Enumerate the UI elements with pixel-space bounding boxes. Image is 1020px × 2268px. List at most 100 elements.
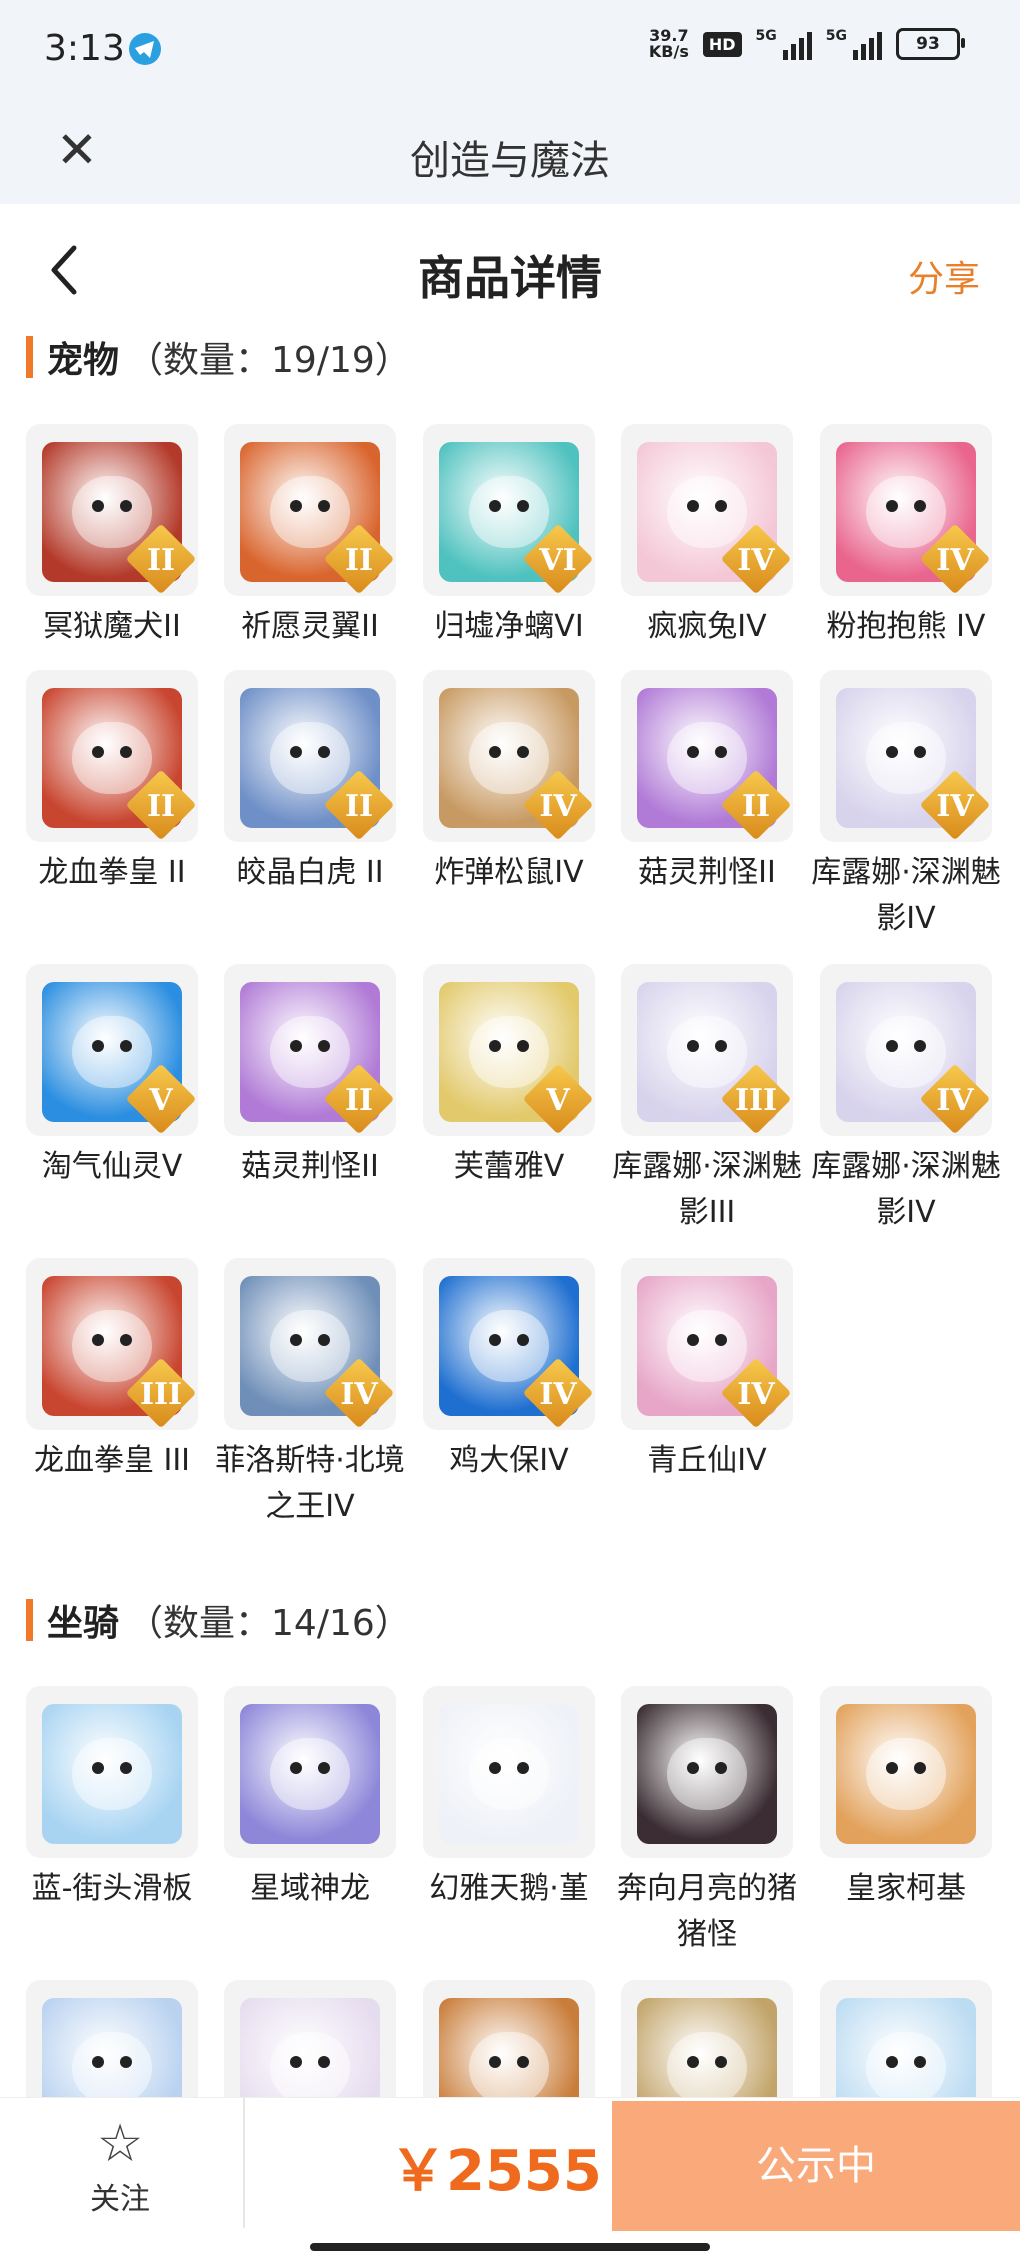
pets-item[interactable]: IV 库露娜·深渊魅影IV [811, 964, 1001, 1236]
pets-item-thumbnail: V [423, 964, 595, 1136]
network-type-1: 5G [755, 28, 777, 44]
pets-item-label: 菇灵荆怪II [638, 855, 776, 890]
tier-badge-text: V [546, 1083, 570, 1118]
tier-badge-text: II [344, 789, 374, 824]
pets-item[interactable]: II 菇灵荆怪II [224, 964, 396, 1190]
pets-item[interactable]: II 冥狱魔犬II [26, 424, 198, 650]
pets-item-label: 疯疯兔IV [647, 609, 767, 644]
page-title: 商品详情 [418, 251, 602, 305]
pets-item-label: 炸弹松鼠IV [434, 855, 584, 890]
home-indicator [310, 2243, 710, 2251]
mounts-item-label: 幻雅天鹅·堇 [429, 1871, 589, 1906]
pets-item[interactable]: II 祈愿灵翼II [224, 424, 396, 650]
pets-item[interactable]: IV 粉抱抱熊 IV [820, 424, 992, 650]
mounts-item[interactable]: 奔向月亮的猪猪怪 [617, 1686, 797, 1958]
tier-badge-text: IV [340, 1377, 378, 1412]
publicity-status-button[interactable]: 公示中 [612, 2101, 1020, 2231]
pets-item[interactable]: IV 青丘仙IV [621, 1258, 793, 1484]
pets-item-thumbnail: II [224, 424, 396, 596]
pets-item[interactable]: II 皎晶白虎 II [224, 670, 396, 896]
pets-item[interactable]: II 菇灵荆怪II [621, 670, 793, 896]
mounts-item-thumbnail [621, 1686, 793, 1858]
tier-badge-text: II [344, 543, 374, 578]
tier-badge-text: IV [539, 1377, 577, 1412]
mounts-item-image [439, 1704, 579, 1844]
signal-icon-2 [853, 28, 882, 60]
tier-badge-text: IV [936, 1083, 974, 1118]
pets-item-label: 库露娜·深渊魅影IV [811, 1149, 1001, 1230]
pets-item-label: 淘气仙灵V [41, 1149, 183, 1184]
pets-item[interactable]: IV 鸡大保IV [423, 1258, 595, 1484]
pets-item-label: 冥狱魔犬II [43, 609, 181, 644]
tier-badge-text: IV [936, 543, 974, 578]
mounts-item-label: 奔向月亮的猪猪怪 [617, 1871, 797, 1952]
pets-item-thumbnail: IV [621, 424, 793, 596]
mounts-item-thumbnail [423, 1686, 595, 1858]
pets-section-header: 宠物 （数量：19/19） [26, 332, 411, 382]
pets-section-count: （数量：19/19） [127, 340, 411, 381]
pets-item-label: 粉抱抱熊 IV [826, 609, 986, 644]
mounts-item-thumbnail [26, 1686, 198, 1858]
divider [243, 2098, 245, 2228]
mounts-section-header: 坐骑 （数量：14/16） [26, 1595, 411, 1645]
tier-badge-text: III [139, 1377, 183, 1412]
mounts-item-image [42, 1704, 182, 1844]
pets-item[interactable]: VI 归墟净螭VI [423, 424, 595, 650]
tier-badge-text: II [344, 1083, 374, 1118]
pets-item-label: 龙血拳皇 II [38, 855, 186, 890]
pets-section-title: 宠物 [47, 340, 120, 381]
pets-item-thumbnail: IV [224, 1258, 396, 1430]
tier-badge-text: IV [539, 789, 577, 824]
tier-badge-text: VI [539, 543, 577, 578]
pets-item-thumbnail: IV [423, 1258, 595, 1430]
status-time: 3:13 [44, 28, 125, 69]
pets-item[interactable]: II 龙血拳皇 II [26, 670, 198, 896]
pets-item[interactable]: IV 菲洛斯特·北境之王IV [215, 1258, 405, 1530]
pets-item-thumbnail: IV [621, 1258, 793, 1430]
mounts-item[interactable]: 皇家柯基 [820, 1686, 992, 1912]
pets-item-thumbnail: IV [423, 670, 595, 842]
tier-badge-text: IV [737, 543, 775, 578]
mounts-item[interactable]: 蓝-街头滑板 [26, 1686, 198, 1912]
mounts-item-label: 星域神龙 [250, 1871, 370, 1906]
network-type-2: 5G [825, 28, 847, 44]
pets-item[interactable]: IV 炸弹松鼠IV [423, 670, 595, 896]
tier-badge-text: II [146, 543, 176, 578]
pets-item[interactable]: V 芙蕾雅V [423, 964, 595, 1190]
status-indicators: 39.7 KB/s HD 5G 5G 93 [649, 28, 965, 60]
pets-item-thumbnail: III [621, 964, 793, 1136]
pets-item[interactable]: V 淘气仙灵V [26, 964, 198, 1190]
status-bar: 3:13 39.7 KB/s HD 5G 5G 93 [0, 0, 1020, 100]
pets-item[interactable]: IV 库露娜·深渊魅影IV [811, 670, 1001, 942]
star-icon: ☆ [96, 2114, 144, 2174]
tier-badge-text: IV [936, 789, 974, 824]
pets-item[interactable]: IV 疯疯兔IV [621, 424, 793, 650]
section-accent-bar [26, 336, 33, 378]
pets-item-label: 芙蕾雅V [453, 1149, 565, 1184]
mounts-section-count: （数量：14/16） [127, 1603, 411, 1644]
pets-item-label: 青丘仙IV [647, 1443, 767, 1478]
share-button[interactable]: 分享 [908, 250, 980, 302]
mounts-item-image [637, 1704, 777, 1844]
page-header: 商品详情 分享 [0, 204, 1020, 334]
hd-icon: HD [702, 31, 742, 57]
pets-item-thumbnail: VI [423, 424, 595, 596]
pets-item[interactable]: III 龙血拳皇 III [26, 1258, 198, 1484]
tier-badge-text: III [734, 1083, 778, 1118]
network-speed: 39.7 KB/s [649, 28, 689, 60]
tier-badge-text: II [741, 789, 771, 824]
pets-item[interactable]: III 库露娜·深渊魅影III [612, 964, 802, 1236]
mounts-item-thumbnail [224, 1686, 396, 1858]
pets-item-thumbnail: II [26, 424, 198, 596]
mounts-item[interactable]: 星域神龙 [224, 1686, 396, 1912]
pets-item-thumbnail: IV [820, 424, 992, 596]
mounts-item[interactable]: 幻雅天鹅·堇 [423, 1686, 595, 1912]
follow-button[interactable]: ☆ 关注 [60, 2116, 180, 2218]
battery-level: 93 [916, 34, 940, 54]
mounts-item-image [240, 1704, 380, 1844]
pets-item-thumbnail: II [26, 670, 198, 842]
app-title-bar: ✕ 创造与魔法 [0, 100, 1020, 204]
tier-badge-text: IV [737, 1377, 775, 1412]
signal-icon [782, 28, 812, 60]
mounts-item-label: 皇家柯基 [846, 1871, 966, 1906]
